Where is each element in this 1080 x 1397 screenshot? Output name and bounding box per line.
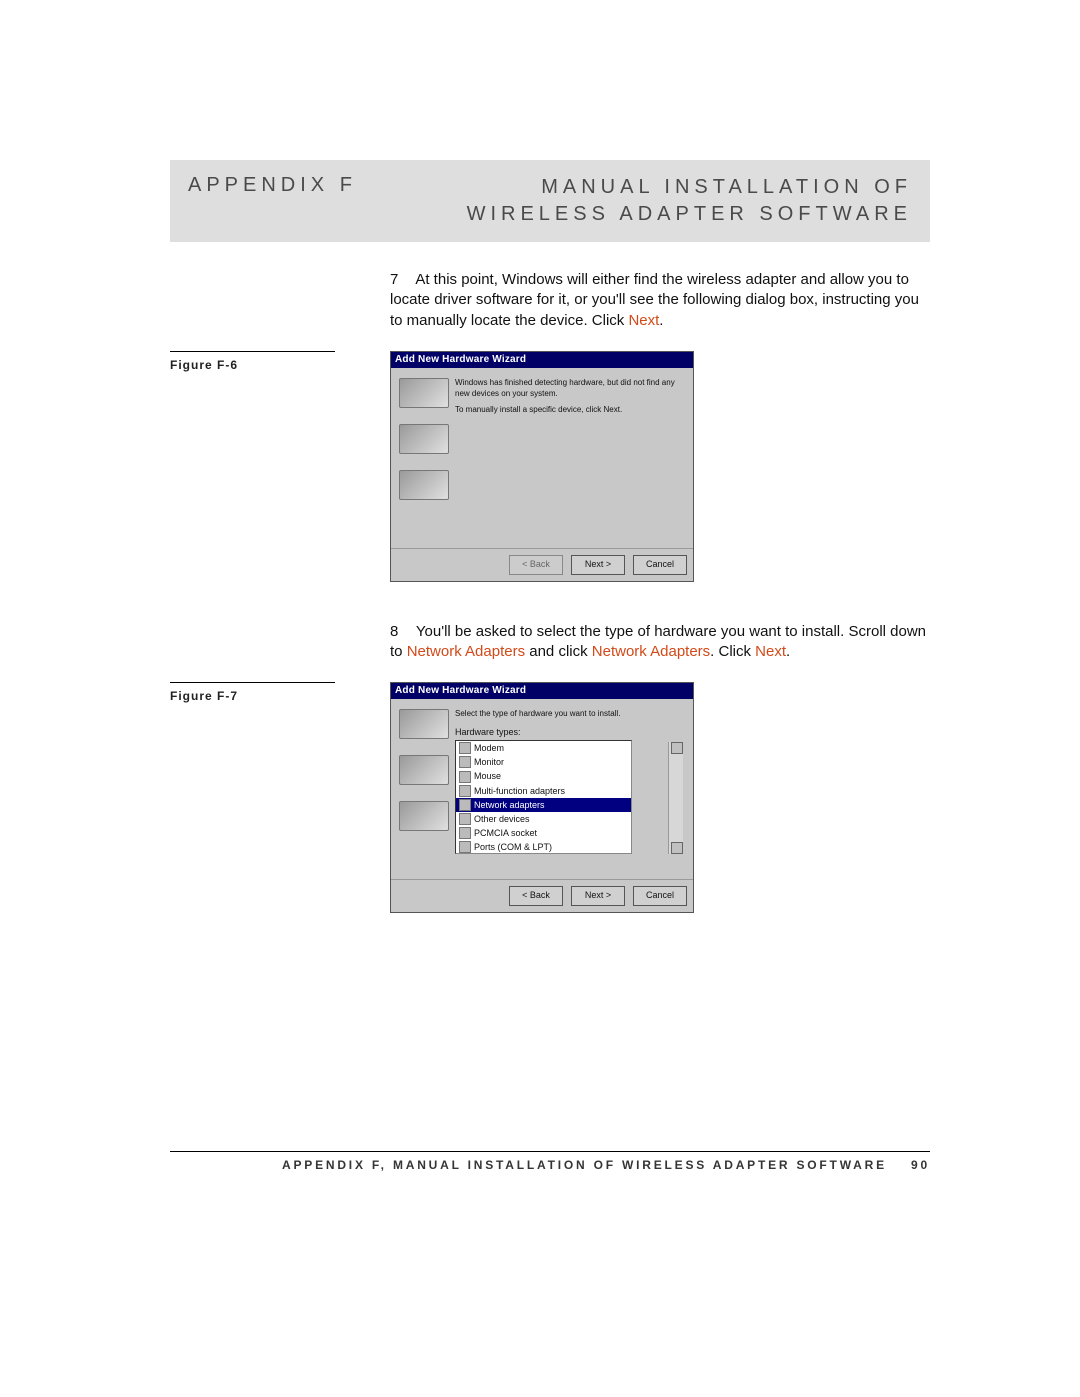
step-7-text: 7 At this point, Windows will either fin…: [390, 270, 930, 331]
device-icon: [459, 799, 471, 811]
list-item: Ports (COM & LPT): [456, 840, 631, 854]
wizard-dialog-1: Add New Hardware Wizard Windows has fini…: [390, 351, 694, 582]
wizard-dialog-2: Add New Hardware Wizard Select the type …: [390, 682, 694, 913]
cancel-button[interactable]: Cancel: [633, 886, 687, 906]
wizard-2-title: Add New Hardware Wizard: [391, 683, 693, 699]
list-item: Modem: [456, 741, 631, 755]
hardware-icon: [399, 470, 449, 500]
network-adapters-text: Network Adapters: [407, 643, 525, 660]
page-number: 90: [911, 1158, 930, 1172]
device-icon: [459, 841, 471, 853]
back-button[interactable]: < Back: [509, 886, 563, 906]
wizard-side-graphic: [397, 705, 451, 873]
scrollbar[interactable]: [668, 742, 683, 854]
device-icon: [459, 771, 471, 783]
next-button[interactable]: Next >: [571, 886, 625, 906]
footer-text: APPENDIX F, MANUAL INSTALLATION OF WIREL…: [282, 1158, 887, 1172]
next-link: Next: [755, 643, 786, 660]
wizard-1-title: Add New Hardware Wizard: [391, 352, 693, 368]
page-footer: APPENDIX F, MANUAL INSTALLATION OF WIREL…: [170, 1151, 930, 1172]
list-item: Monitor: [456, 755, 631, 769]
list-item: PCMCIA socket: [456, 826, 631, 840]
hardware-icon: [399, 424, 449, 454]
hardware-icon: [399, 709, 449, 739]
step-8-number: 8: [390, 622, 412, 642]
next-link: Next: [628, 312, 659, 329]
list-item: Mouse: [456, 769, 631, 783]
device-icon: [459, 827, 471, 839]
network-adapters-text: Network Adapters: [592, 643, 710, 660]
device-icon: [459, 785, 471, 797]
device-icon: [459, 756, 471, 768]
list-item-selected: Network adapters: [456, 798, 631, 812]
list-item: Multi-function adapters: [456, 784, 631, 798]
wizard-side-graphic: [397, 374, 451, 542]
list-item: Other devices: [456, 812, 631, 826]
header-right: MANUAL INSTALLATION OF WIRELESS ADAPTER …: [418, 174, 912, 228]
hardware-types-listbox[interactable]: Modem Monitor Mouse Multi-function adapt…: [455, 740, 632, 854]
hardware-types-label: Hardware types:: [455, 726, 683, 738]
device-icon: [459, 813, 471, 825]
step-8-text: 8 You'll be asked to select the type of …: [390, 622, 930, 663]
next-button[interactable]: Next >: [571, 555, 625, 575]
page-header: APPENDIX F MANUAL INSTALLATION OF WIRELE…: [170, 160, 930, 242]
cancel-button[interactable]: Cancel: [633, 555, 687, 575]
wizard-2-instruction: Select the type of hardware you want to …: [455, 709, 683, 720]
back-button[interactable]: < Back: [509, 555, 563, 575]
step-7-number: 7: [390, 270, 412, 290]
hardware-icon: [399, 801, 449, 831]
hardware-icon: [399, 378, 449, 408]
device-icon: [459, 742, 471, 754]
figure-f7-label: Figure F-7: [170, 682, 335, 703]
header-left: APPENDIX F: [188, 174, 418, 228]
figure-f6-label: Figure F-6: [170, 351, 335, 372]
header-right-line1: MANUAL INSTALLATION OF: [541, 176, 912, 198]
hardware-icon: [399, 755, 449, 785]
header-right-line2: WIRELESS ADAPTER SOFTWARE: [467, 203, 912, 225]
wizard-1-text: Windows has finished detecting hardware,…: [451, 374, 687, 542]
